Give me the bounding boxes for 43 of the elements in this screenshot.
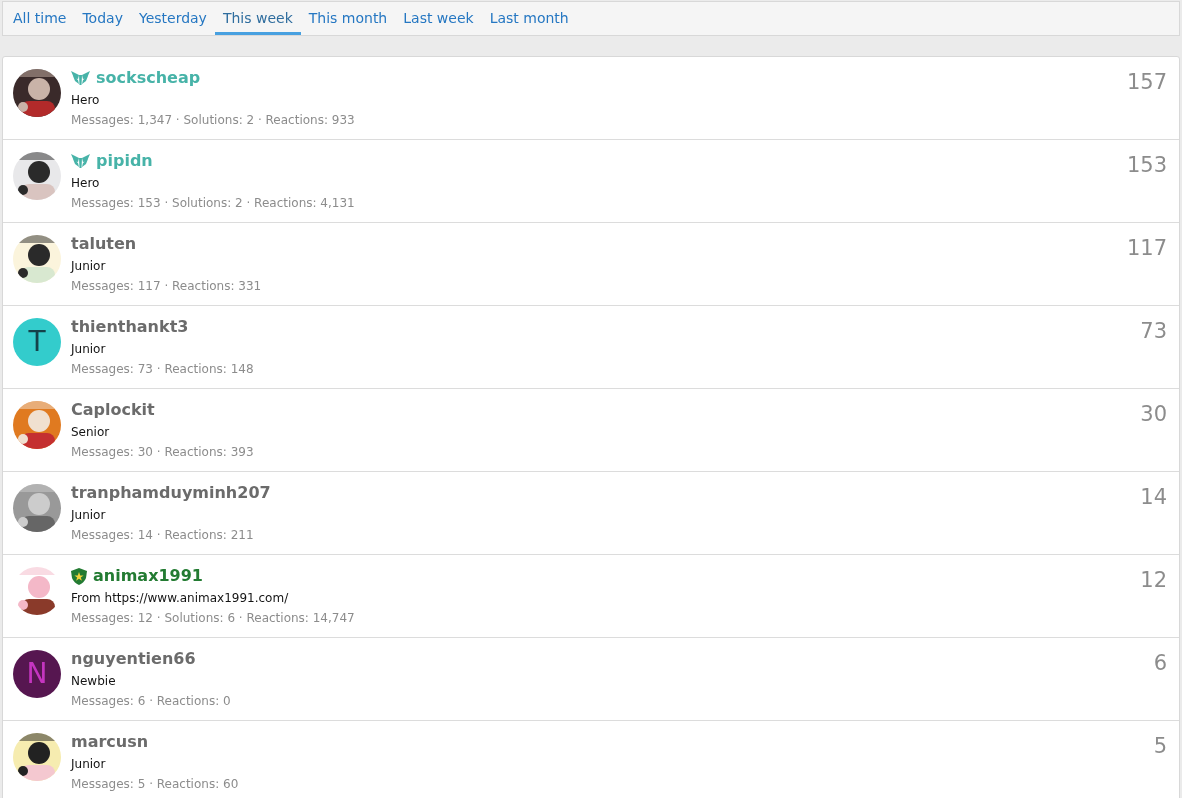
username-link[interactable]: thienthankt3 xyxy=(71,315,189,339)
username-link[interactable]: animax1991 xyxy=(93,564,203,588)
user-title: Junior xyxy=(71,258,106,275)
user-stats: Messages: 117 · Reactions: 331 xyxy=(71,278,262,295)
user-stats: Messages: 1,347 · Solutions: 2 · Reactions: 933 xyxy=(71,112,355,129)
avatar[interactable]: N xyxy=(13,650,61,698)
user-title: Hero xyxy=(71,92,100,109)
message-count: 30 xyxy=(1140,401,1168,428)
user-stats: Messages: 153 · Solutions: 2 · Reactions: 4,131 xyxy=(71,195,355,212)
username-link[interactable]: taluten xyxy=(71,232,137,256)
message-count: 14 xyxy=(1140,484,1168,511)
user-stats: Messages: 14 · Reactions: 211 xyxy=(71,527,254,544)
avatar[interactable]: T xyxy=(13,318,61,366)
message-count: 157 xyxy=(1126,69,1168,96)
tab[interactable]: Last week xyxy=(395,2,482,35)
message-count: 5 xyxy=(1153,733,1168,760)
username-link[interactable]: Caplockit xyxy=(71,398,155,422)
tab[interactable]: Today xyxy=(74,2,131,35)
user-stats: Messages: 30 · Reactions: 393 xyxy=(71,444,254,461)
user-title: Junior xyxy=(71,341,106,358)
username-link[interactable]: tranphamduyminh207 xyxy=(71,481,271,505)
user-title: Junior xyxy=(71,507,106,524)
message-count: 153 xyxy=(1126,152,1168,179)
tab[interactable]: Last month xyxy=(481,2,577,35)
message-count: 117 xyxy=(1126,235,1168,262)
tab[interactable]: This month xyxy=(300,2,396,35)
username-link[interactable]: nguyentien66 xyxy=(71,647,196,671)
user-stats: Messages: 73 · Reactions: 148 xyxy=(71,361,254,378)
tab[interactable]: All time xyxy=(5,2,75,35)
user-stats: Messages: 12 · Solutions: 6 · Reactions: 14,747 xyxy=(71,610,355,627)
user-title: Newbie xyxy=(71,673,116,690)
message-count: 6 xyxy=(1153,650,1168,677)
user-title: Senior xyxy=(71,424,110,441)
user-stats: Messages: 5 · Reactions: 60 xyxy=(71,776,239,793)
tab[interactable]: Yesterday xyxy=(130,2,215,35)
message-count: 12 xyxy=(1140,567,1168,594)
user-title: Junior xyxy=(71,756,106,773)
user-stats: Messages: 6 · Reactions: 0 xyxy=(71,693,231,710)
user-title: From https://www.animax1991.com/ xyxy=(71,590,289,607)
username-link[interactable]: marcusn xyxy=(71,730,149,754)
message-count: 73 xyxy=(1140,318,1168,345)
tab[interactable]: This week xyxy=(214,2,301,35)
user-title: Hero xyxy=(71,175,100,192)
